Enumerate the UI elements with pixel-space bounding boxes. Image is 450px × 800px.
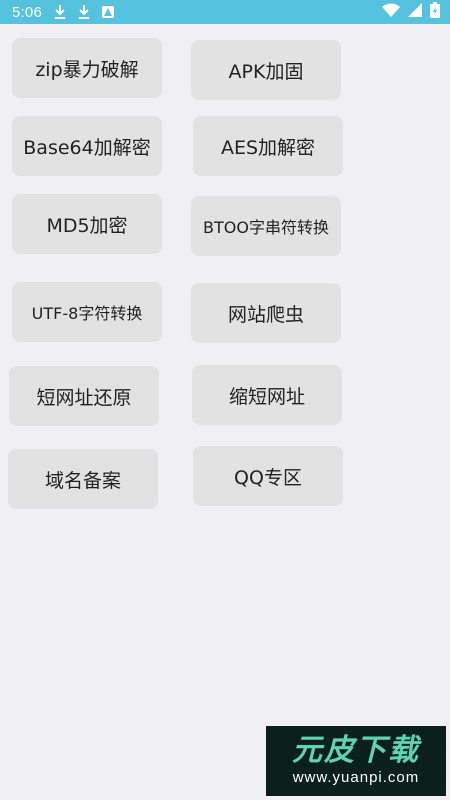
status-time: 5:06 (12, 3, 42, 21)
wifi-icon (382, 3, 400, 22)
signal-icon (408, 2, 422, 22)
btoo-convert-button[interactable]: BTOO字串符转换 (191, 196, 341, 256)
status-right-icons (382, 1, 440, 23)
download-icon (52, 4, 68, 20)
aes-button[interactable]: AES加解密 (193, 116, 343, 176)
shorten-url-button[interactable]: 缩短网址 (192, 365, 342, 425)
apk-harden-button[interactable]: APK加固 (191, 40, 341, 100)
watermark-url: www.yuanpi.com (292, 769, 420, 786)
domain-filing-button[interactable]: 域名备案 (8, 449, 158, 509)
base64-button[interactable]: Base64加解密 (12, 116, 162, 176)
zip-brute-force-button[interactable]: zip暴力破解 (12, 38, 162, 98)
battery-icon (430, 1, 440, 23)
status-bar: 5:06 (0, 0, 450, 24)
alert-icon (100, 4, 116, 20)
web-crawler-button[interactable]: 网站爬虫 (191, 283, 341, 343)
download-icon (76, 4, 92, 20)
utf8-convert-button[interactable]: UTF-8字符转换 (12, 282, 162, 342)
qq-zone-button[interactable]: QQ专区 (193, 446, 343, 506)
md5-button[interactable]: MD5加密 (12, 194, 162, 254)
watermark-logo: 元皮下载 www.yuanpi.com (266, 726, 446, 796)
short-url-restore-button[interactable]: 短网址还原 (9, 366, 159, 426)
watermark-title: 元皮下载 (292, 733, 420, 768)
